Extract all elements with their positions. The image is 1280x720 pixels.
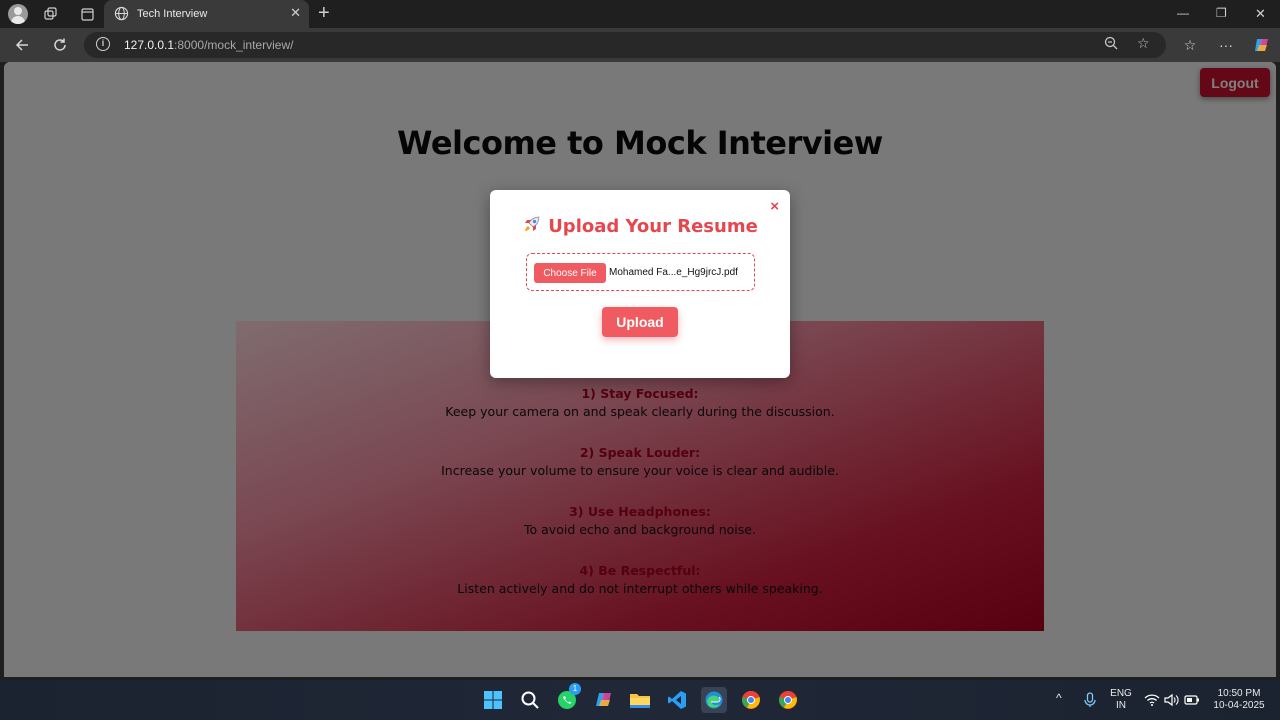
selected-file-name: Mohamed Fa...e_Hg9jrcJ.pdf bbox=[609, 267, 738, 278]
chrome-profile-icon[interactable] bbox=[739, 688, 763, 712]
chrome-icon[interactable] bbox=[776, 688, 800, 712]
edge-icon[interactable] bbox=[701, 687, 727, 713]
whatsapp-badge: 1 bbox=[569, 683, 581, 695]
tab-title: Tech Interview bbox=[137, 8, 208, 20]
choose-file-button[interactable]: Choose File bbox=[534, 263, 606, 283]
profile-avatar-icon[interactable] bbox=[8, 4, 28, 24]
show-hidden-icons-icon[interactable]: ^ bbox=[1056, 692, 1062, 704]
favorites-icon[interactable]: ☆ bbox=[1180, 35, 1200, 55]
zoom-icon[interactable] bbox=[1104, 36, 1118, 53]
clock[interactable]: 10:50 PM 10-04-2025 bbox=[1207, 688, 1271, 712]
battery-icon[interactable] bbox=[1180, 688, 1204, 712]
windows-start-icon[interactable] bbox=[481, 688, 505, 712]
maximize-icon[interactable]: ❐ bbox=[1216, 6, 1227, 20]
region-code: IN bbox=[1116, 700, 1126, 711]
copilot-icon[interactable] bbox=[1252, 35, 1272, 55]
workspaces-icon[interactable] bbox=[40, 4, 62, 24]
file-drop-zone[interactable]: Choose File Mohamed Fa...e_Hg9jrcJ.pdf bbox=[526, 253, 755, 291]
whatsapp-icon[interactable]: 1 bbox=[555, 683, 581, 712]
file-explorer-icon[interactable] bbox=[628, 688, 652, 712]
clock-date: 10-04-2025 bbox=[1213, 700, 1265, 711]
taskbar: 1 ^ ENG IN 10:50 PM 10-04-2025 bbox=[0, 680, 1280, 720]
browser-tab-bar: Tech Interview ✕ + — ❐ ✕ bbox=[0, 0, 1280, 28]
search-icon[interactable] bbox=[518, 688, 542, 712]
modal-title-text: Upload Your Resume bbox=[548, 216, 758, 237]
url-host: 127.0.0.1 bbox=[124, 38, 175, 52]
microphone-icon[interactable] bbox=[1078, 688, 1102, 712]
address-bar[interactable]: i 127.0.0.1:8000/mock_interview/ ☆ bbox=[84, 32, 1166, 58]
language-code: ENG bbox=[1110, 688, 1132, 699]
copilot-app-icon[interactable] bbox=[592, 688, 616, 712]
tab-close-icon[interactable]: ✕ bbox=[290, 6, 301, 20]
rocket-icon bbox=[522, 214, 542, 239]
url-path: :8000/mock_interview/ bbox=[174, 38, 294, 52]
new-tab-icon[interactable]: + bbox=[318, 3, 330, 23]
more-menu-icon[interactable]: ··· bbox=[1216, 35, 1236, 55]
reload-icon[interactable] bbox=[50, 35, 70, 55]
minimize-icon[interactable]: — bbox=[1177, 6, 1189, 20]
globe-icon bbox=[114, 6, 129, 21]
back-icon[interactable] bbox=[12, 35, 32, 55]
clock-time: 10:50 PM bbox=[1217, 688, 1261, 699]
favorite-star-icon[interactable]: ☆ bbox=[1137, 35, 1150, 52]
vscode-icon[interactable] bbox=[665, 688, 689, 712]
url-text[interactable]: 127.0.0.1:8000/mock_interview/ bbox=[124, 38, 293, 52]
browser-tab-active[interactable]: Tech Interview ✕ bbox=[104, 0, 309, 28]
site-info-icon[interactable]: i bbox=[96, 37, 110, 51]
modal-close-icon[interactable]: × bbox=[770, 199, 779, 214]
tab-actions-icon[interactable] bbox=[76, 4, 98, 24]
language-indicator[interactable]: ENG IN bbox=[1108, 688, 1134, 712]
upload-resume-modal: × Upload Your Resume Choose File Mohamed… bbox=[490, 190, 790, 378]
upload-button[interactable]: Upload bbox=[602, 307, 678, 337]
browser-toolbar: i 127.0.0.1:8000/mock_interview/ ☆ ☆ ··· bbox=[0, 28, 1280, 62]
close-window-icon[interactable]: ✕ bbox=[1255, 6, 1266, 22]
modal-title: Upload Your Resume bbox=[490, 214, 790, 239]
page-viewport: Logout Welcome to Mock Interview 1) Stay… bbox=[4, 62, 1276, 677]
